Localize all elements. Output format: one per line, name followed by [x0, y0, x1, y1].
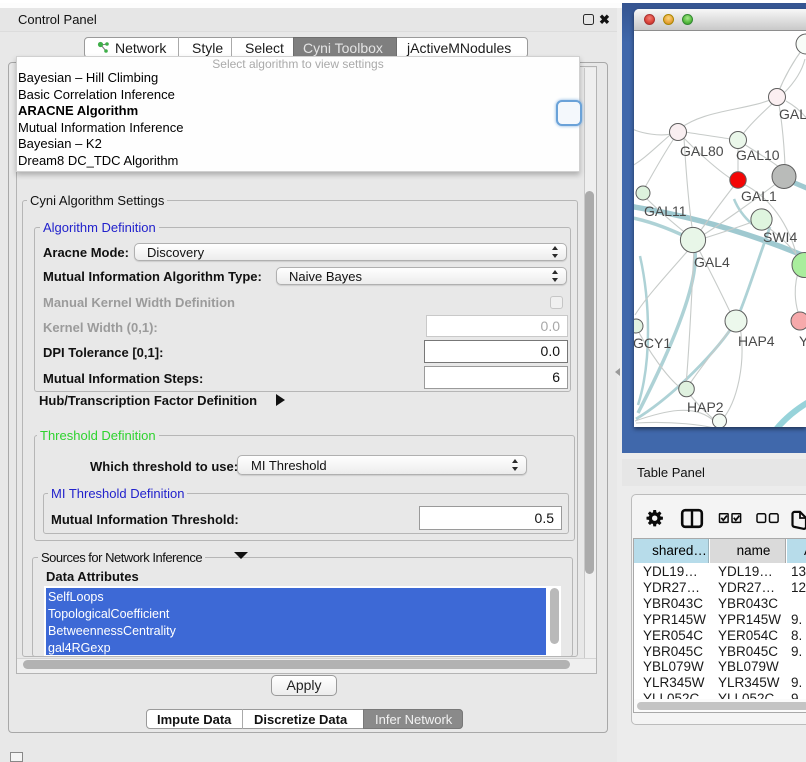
- svg-text:HAP2: HAP2: [687, 399, 724, 415]
- svg-text:GAL10: GAL10: [736, 147, 780, 163]
- svg-text:GAL80: GAL80: [680, 143, 724, 159]
- svg-text:HAP4: HAP4: [738, 333, 775, 349]
- svg-text:GAL11: GAL11: [644, 203, 687, 219]
- svg-text:GCY1: GCY1: [634, 335, 671, 351]
- svg-text:GAL7: GAL7: [779, 106, 806, 122]
- svg-text:Y: Y: [799, 333, 806, 349]
- svg-text:SWI4: SWI4: [763, 229, 797, 245]
- svg-text:GAL4: GAL4: [694, 254, 730, 270]
- svg-text:GAL1: GAL1: [741, 188, 777, 204]
